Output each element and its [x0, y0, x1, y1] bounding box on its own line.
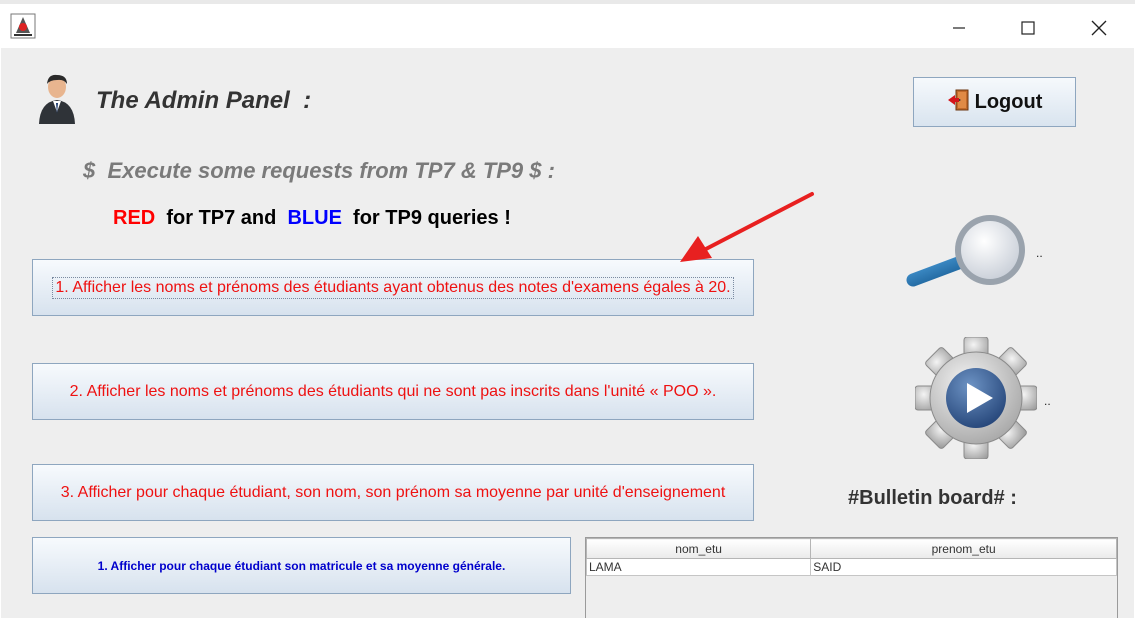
legend-mid-text: for TP7 and — [155, 207, 288, 229]
query-3-label: 3. Afficher pour chaque étudiant, son no… — [60, 483, 726, 501]
legend-blue-word: BLUE — [287, 207, 342, 229]
results-table[interactable]: nom_etu prenom_etu LAMA SAID — [585, 537, 1118, 618]
java-app-icon — [10, 13, 36, 39]
minimize-button[interactable] — [936, 8, 982, 48]
column-header-prenom-etu[interactable]: prenom_etu — [810, 538, 1117, 559]
logout-label: Logout — [974, 90, 1043, 113]
maximize-button[interactable] — [1005, 8, 1051, 48]
table-row[interactable]: LAMA SAID — [585, 558, 1117, 576]
section-subtitle: $ Execute some requests from TP7 & TP9 $… — [83, 158, 555, 183]
annotation-arrow-icon — [680, 192, 814, 262]
query-2-label: 2. Afficher les noms et prénoms des étud… — [69, 382, 717, 400]
query-4-label: 1. Afficher pour chaque étudiant son mat… — [97, 558, 506, 573]
search-dots: .. — [1036, 246, 1043, 260]
logout-button[interactable]: Logout — [913, 77, 1076, 127]
bulletin-board-title: #Bulletin board# : — [848, 487, 1017, 509]
page-title: The Admin Panel : — [96, 87, 312, 114]
legend-end-text: for TP9 queries ! — [341, 207, 511, 229]
run-dots: .. — [1044, 394, 1051, 408]
query-3-button[interactable]: 3. Afficher pour chaque étudiant, son no… — [32, 464, 754, 521]
column-header-nom-etu[interactable]: nom_etu — [585, 538, 812, 559]
legend-red-word: RED — [113, 207, 156, 229]
color-legend: RED for TP7 and BLUE for TP9 queries ! — [113, 207, 511, 230]
admin-avatar-icon — [36, 72, 78, 124]
query-2-button[interactable]: 2. Afficher les noms et prénoms des étud… — [32, 363, 754, 420]
query-1-button[interactable]: 1. Afficher les noms et prénoms des étud… — [32, 259, 754, 316]
query-4-button[interactable]: 1. Afficher pour chaque étudiant son mat… — [32, 537, 571, 594]
close-button[interactable] — [1076, 8, 1122, 48]
table-cell[interactable]: SAID — [810, 558, 1117, 576]
table-cell[interactable]: LAMA — [585, 558, 812, 576]
title-bar — [0, 4, 1135, 48]
query-1-label: 1. Afficher les noms et prénoms des étud… — [52, 276, 734, 299]
gear-play-icon[interactable] — [914, 336, 1038, 460]
door-exit-icon — [947, 88, 971, 117]
magnifier-search-icon[interactable] — [905, 212, 1031, 294]
admin-panel — [1, 48, 1134, 618]
